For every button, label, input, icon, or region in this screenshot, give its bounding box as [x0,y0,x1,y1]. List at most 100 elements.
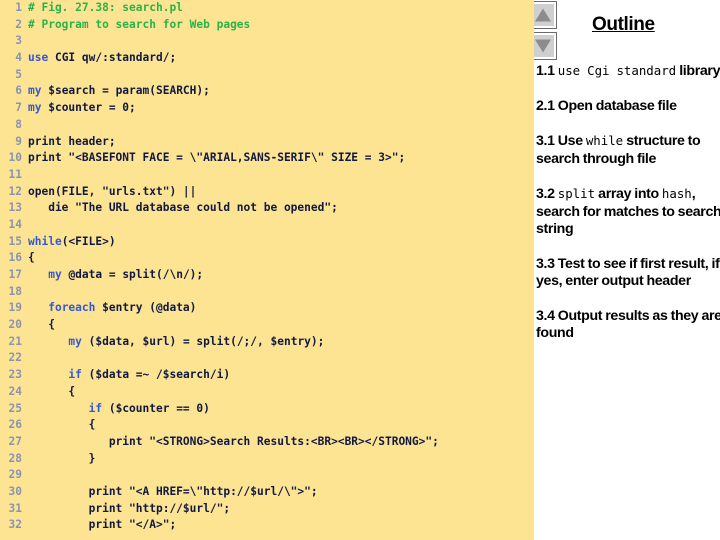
code-line: 20 { [0,317,534,334]
code-line: 24 { [0,384,534,401]
line-number: 1 [15,1,22,14]
outline-panel: Outline 1.1 use Cgi standard library 2.1 … [534,0,720,540]
line-number: 2 [15,17,22,31]
outline-item-3-4[interactable]: 3.4 Output results as they are found [536,308,720,343]
line-number: 10 [8,151,22,165]
code-token-plain: { [28,318,55,332]
code-text: if ($counter == 0) [28,402,210,415]
code-line: 8 [0,117,534,134]
code-lines-container: 1 # Fig. 27.38: search.pl 2 # Program to se… [0,0,534,534]
code-text: if ($data =~ /$search/i) [28,368,230,381]
line-number: 30 [8,484,22,498]
outline-item-3-3[interactable]: 3.3 Test to see if first result, if yes,… [536,256,720,291]
line-number: 8 [15,117,22,131]
scroll-up-button[interactable] [534,2,556,28]
outline-item-2-1[interactable]: 2.1 Open database file [536,98,720,116]
code-token-plain: { [28,418,96,432]
code-text: print "<BASEFONT FACE = \"ARIAL,SANS-SER… [28,151,405,164]
code-text: my ($data, $url) = split(/;/, $entry); [28,335,324,348]
code-token-plain: open(FILE, "urls.txt") || [28,184,197,198]
code-token-kw: my [28,84,42,98]
code-line: 16 { [0,250,534,267]
triangle-down-icon [535,39,551,53]
code-text: foreach $entry (@data) [28,301,196,314]
code-text: # Program to search for Web pages [28,18,250,31]
code-token-plain: ($counter == 0) [102,401,210,415]
line-number: 26 [8,418,22,432]
outline-item-3-2[interactable]: 3.2 split array into hash, search for ma… [536,185,720,239]
outline-item-1-1[interactable]: 1.1 use Cgi standard library [536,62,720,81]
code-line: 25 if ($counter == 0) [0,401,534,418]
code-text: my $counter = 0; [28,101,136,114]
code-token-plain: ($data, $url) = split(/;/, $entry); [81,334,325,348]
outline-item-3-1[interactable]: 3.1 Use while structure to search throug… [536,132,720,168]
code-token-kw: foreach [48,301,96,315]
line-number: 5 [15,67,22,81]
line-number: 24 [8,384,22,398]
code-text: my $search = param(SEARCH); [28,84,210,97]
line-number: 13 [8,201,22,215]
line-number: 29 [8,468,22,482]
slide-root: 1 # Fig. 27.38: search.pl 2 # Program to se… [0,0,720,540]
code-line: 3 [0,33,534,50]
line-number: 16 [8,251,22,265]
code-line: 26 { [0,417,534,434]
code-line: 29 [0,467,534,484]
line-number: 28 [8,451,22,465]
code-line: 9 print header; [0,134,534,151]
code-token-plain: print "</A>"; [28,518,177,532]
code-text: { [28,318,55,331]
line-number: 14 [8,217,22,231]
line-number: 12 [8,184,22,198]
code-line: 18 [0,284,534,301]
code-token-plain: { [28,251,35,265]
code-line: 21 my ($data, $url) = split(/;/, $entry)… [0,334,534,351]
code-line: 32 print "</A>"; [0,517,534,534]
scroll-down-button[interactable] [534,33,556,59]
code-line: 27 print "<STRONG>Search Results:<BR><BR… [0,434,534,451]
scroll-buttons-group [534,2,562,64]
line-number: 18 [8,284,22,298]
code-line: 1 # Fig. 27.38: search.pl [0,0,534,17]
code-token-plain: ($data =~ /$search/i) [81,368,231,382]
code-token-plain: print "<BASEFONT FACE = \"ARIAL,SANS-SER… [28,151,406,165]
code-text: { [28,251,35,264]
line-number: 6 [15,84,22,98]
code-token-plain: print "<STRONG>Search Results:<BR><BR></… [28,434,439,448]
triangle-up-icon [535,8,551,22]
line-number: 21 [8,334,22,348]
code-token-kw: my [28,101,42,115]
line-number: 23 [8,368,22,382]
code-line: 7 my $counter = 0; [0,100,534,117]
code-line: 12 open(FILE, "urls.txt") || [0,184,534,201]
code-token-comment: # Fig. 27.38: search.pl [28,1,183,14]
code-token-plain: die "The URL database could not be opene… [28,201,338,215]
line-number: 19 [8,301,22,315]
code-token-kw: while [28,234,62,248]
code-text: my @data = split(/\n/); [28,268,203,281]
outline-items-list: 1.1 use Cgi standard library 2.1 Open dat… [536,62,720,360]
code-text: open(FILE, "urls.txt") || [28,185,196,198]
line-number: 27 [8,434,22,448]
code-line: 31 print "http://$url/"; [0,501,534,518]
code-token-plain: @data = split(/\n/); [61,268,204,281]
code-listing-panel: 1 # Fig. 27.38: search.pl 2 # Program to se… [0,0,534,540]
line-number: 11 [8,167,22,181]
code-text: print "<STRONG>Search Results:<BR><BR></… [28,435,439,448]
code-text: # Fig. 27.38: search.pl [28,1,183,14]
line-number: 22 [8,351,22,365]
code-token-plain: $counter = 0; [41,101,136,115]
code-text: { [28,385,75,398]
code-line: 28 } [0,451,534,468]
code-token-kw: my [48,268,62,281]
code-line: 22 [0,350,534,367]
code-text: { [28,418,96,432]
code-line: 13 die "The URL database could not be op… [0,200,534,217]
code-token-kw: use [28,51,49,65]
code-token-kw: my [68,334,82,348]
code-token-plain: $entry (@data) [95,301,197,315]
outline-title: Outline [592,14,655,35]
